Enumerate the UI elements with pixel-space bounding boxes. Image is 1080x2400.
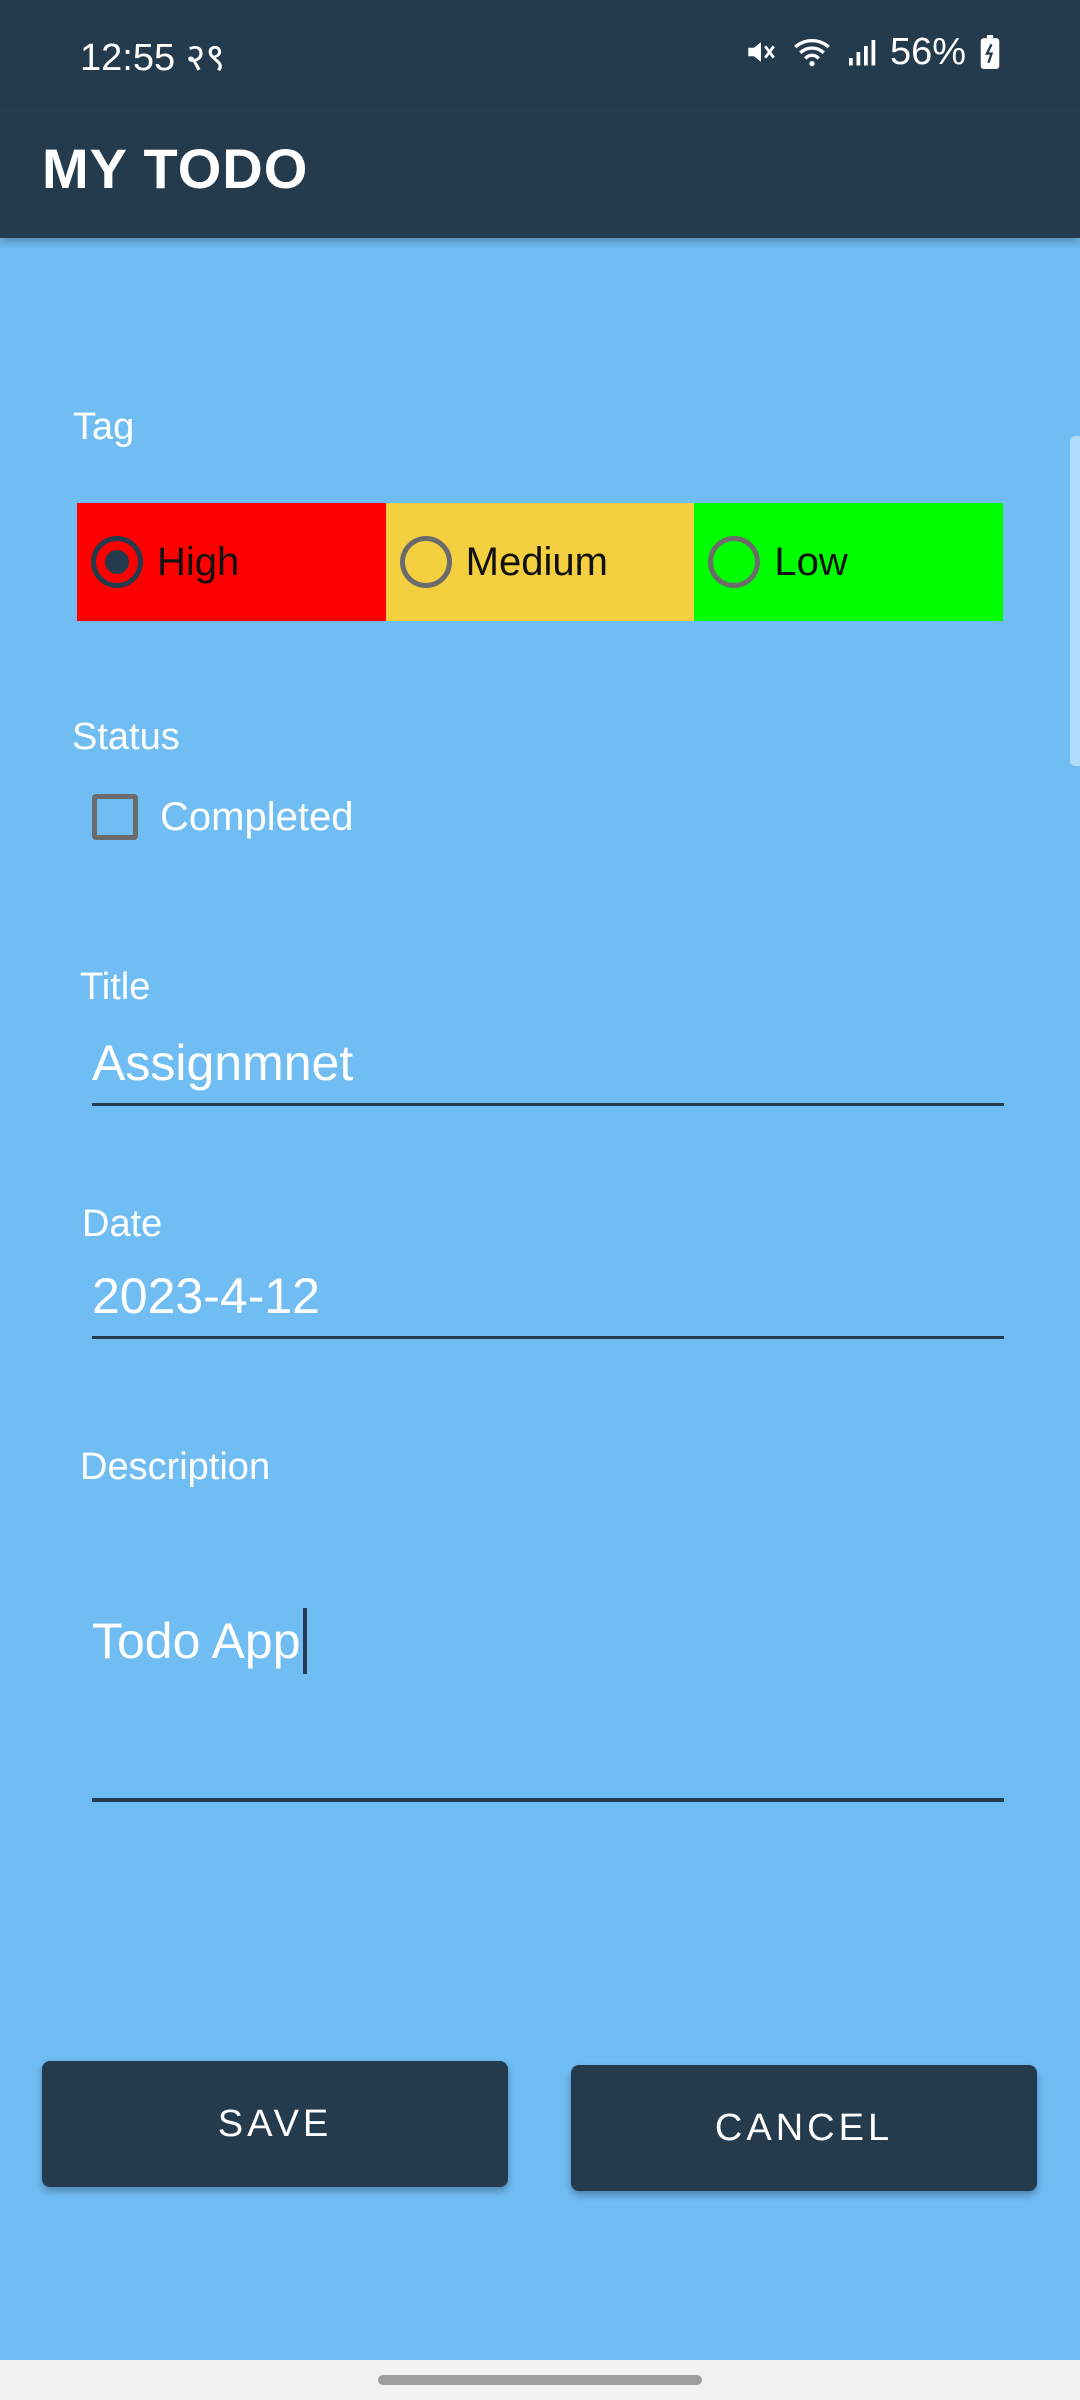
date-label: Date [82,1203,163,1245]
tag-option-label: Low [774,539,848,584]
app-bar: MY TODO [0,106,1080,238]
cancel-button[interactable]: CANCEL [571,2065,1037,2191]
completed-label: Completed [160,794,354,839]
date-input[interactable]: 2023-4-12 [92,1267,1004,1339]
checkbox-icon [92,794,138,840]
description-label: Description [80,1446,271,1488]
radio-button-icon [91,536,143,588]
app-title: MY TODO [42,137,309,200]
status-icons: 56% [744,30,1000,74]
status-label: Status [72,716,180,758]
battery-icon [980,35,1000,69]
tag-option-medium[interactable]: Medium [385,503,695,621]
text-cursor [302,1608,307,1674]
description-input[interactable]: Todo App [92,1608,1004,1802]
radio-button-icon [399,536,452,588]
home-gesture-handle[interactable] [378,2375,702,2385]
title-value: Assignmnet [92,1035,354,1091]
tag-label: Tag [73,406,135,448]
tag-option-high[interactable]: High [77,503,386,621]
signal-icon [846,35,876,69]
radio-button-icon [708,536,761,588]
mute-icon [744,35,778,69]
date-value: 2023-4-12 [92,1268,320,1324]
status-time-text: 12:55 [80,37,176,79]
title-label: Title [80,966,151,1008]
wifi-icon [792,35,832,69]
tag-option-low[interactable]: Low [694,503,1004,621]
title-input[interactable]: Assignmnet [92,1034,1004,1106]
description-text-line: Todo App [92,1608,307,1674]
status-bar: 12:55 २९ 56% [0,0,1080,106]
status-time: 12:55 २९ [80,30,225,82]
tag-radio-group: High Medium Low [77,503,1004,621]
tag-option-label: Medium [465,539,608,584]
status-extra-text: २९ [185,37,226,79]
tag-option-label: High [157,539,240,584]
scrollbar[interactable] [1070,436,1080,766]
save-button[interactable]: SAVE [42,2061,508,2187]
completed-checkbox[interactable]: Completed [92,794,353,840]
battery-text: 56% [889,30,966,73]
description-value: Todo App [92,1613,301,1669]
navigation-bar [0,2360,1080,2400]
